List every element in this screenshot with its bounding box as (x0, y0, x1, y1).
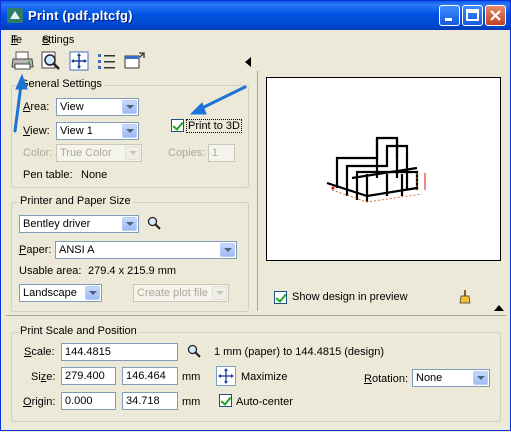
general-settings-title: General Settings (18, 78, 104, 90)
orientation-value: Landscape (23, 287, 77, 299)
menu-file-rest: ile (11, 34, 23, 46)
chevron-down-icon[interactable] (212, 286, 227, 300)
size-height-field[interactable]: 146.464 (122, 367, 178, 385)
printer-driver-value: Bentley driver (23, 218, 91, 230)
printer-icon (11, 51, 34, 70)
origin-y-value: 34.718 (126, 395, 160, 407)
auto-center-checkbox[interactable] (219, 394, 232, 407)
paper-label: Paper: (19, 244, 52, 256)
window-title: Print (pdf.pltcfg) (28, 8, 133, 23)
copies-field[interactable]: 1 (208, 144, 235, 162)
origin-label: Origin: (23, 396, 56, 408)
pen-table-value: None (81, 169, 108, 181)
print-3d-checkbox[interactable] (171, 119, 184, 132)
view-label: View: (23, 125, 50, 137)
title-bar[interactable]: Print (pdf.pltcfg) (1, 1, 510, 30)
show-design-label[interactable]: Show design in preview (292, 291, 408, 303)
maximize-icon (466, 9, 479, 21)
minimize-icon (445, 18, 452, 21)
size-height-value: 146.464 (126, 370, 166, 382)
magnifier-icon[interactable] (147, 216, 161, 230)
chevron-down-icon[interactable] (125, 146, 140, 160)
chevron-down-icon[interactable] (122, 217, 137, 231)
scale-description: 1 mm (paper) to 144.4815 (design) (214, 346, 384, 358)
rotation-value: None (416, 372, 443, 384)
preview-pane (266, 77, 501, 261)
toolbar (1, 47, 510, 75)
chevron-down-icon[interactable] (122, 124, 137, 138)
window-button[interactable] (123, 50, 147, 72)
minimize-button[interactable] (439, 5, 460, 26)
print-dialog: Print (pdf.pltcfg) File Settings General… (0, 0, 511, 431)
area-select[interactable]: View (56, 98, 139, 116)
color-value: True Color (60, 147, 112, 159)
print-button[interactable] (11, 50, 35, 72)
pen-table-label: Pen table: (23, 169, 73, 181)
usable-area-label: Usable area: (19, 265, 82, 277)
color-label: Color: (23, 147, 53, 159)
panel-separator (257, 71, 258, 311)
chevron-down-icon[interactable] (220, 243, 235, 257)
maximize-label[interactable]: Maximize (241, 371, 287, 383)
close-icon (490, 10, 501, 21)
usable-area-value: 279.4 x 215.9 mm (88, 265, 177, 277)
paper-value: ANSI A (59, 244, 95, 256)
view-value: View 1 (60, 125, 93, 137)
menu-bar: File Settings (1, 30, 510, 47)
origin-x-field[interactable]: 0.000 (61, 392, 116, 410)
window-icon (124, 52, 145, 69)
auto-center-label[interactable]: Auto-center (236, 396, 293, 408)
magnifier-icon[interactable] (187, 344, 201, 358)
area-value: View (60, 101, 84, 113)
list-button[interactable] (95, 50, 119, 72)
print-preview-icon (41, 51, 60, 70)
origin-x-value: 0.000 (65, 395, 93, 407)
preview-button[interactable] (39, 50, 63, 72)
create-plot-file-button[interactable]: Create plot file (133, 284, 229, 302)
fit-button[interactable] (67, 50, 91, 72)
rotation-select[interactable]: None (412, 369, 490, 387)
paper-select[interactable]: ANSI A (55, 241, 237, 259)
orientation-select[interactable]: Landscape (19, 284, 102, 302)
printer-paper-title: Printer and Paper Size (18, 195, 133, 207)
collapse-up-icon[interactable] (494, 304, 504, 312)
size-width-value: 279.400 (65, 370, 105, 382)
scale-value: 144.4815 (65, 346, 111, 358)
area-label: Area: (23, 101, 50, 113)
show-design-checkbox[interactable] (274, 291, 287, 304)
origin-y-field[interactable]: 34.718 (122, 392, 178, 410)
fit-to-paper-icon (69, 51, 89, 71)
copies-label: Copies: (168, 147, 206, 159)
chevron-down-icon[interactable] (122, 100, 137, 114)
size-unit: mm (182, 371, 201, 383)
close-button[interactable] (485, 5, 506, 26)
section-separator (6, 315, 506, 316)
printer-driver-select[interactable]: Bentley driver (19, 215, 139, 233)
chevron-down-icon[interactable] (473, 371, 488, 385)
preview-design-image (326, 136, 426, 203)
maximize-arrows-icon (218, 368, 234, 384)
print-3d-label[interactable]: Print to 3D (186, 119, 242, 133)
list-icon (98, 54, 115, 69)
rotation-label: Rotation: (364, 373, 409, 385)
brush-icon[interactable] (458, 289, 472, 304)
scale-field[interactable]: 144.4815 (61, 343, 178, 361)
color-select[interactable]: True Color (56, 144, 142, 162)
app-icon (7, 8, 23, 23)
scale-label: Scale: (24, 346, 55, 358)
origin-unit: mm (182, 396, 201, 408)
scale-position-title: Print Scale and Position (18, 325, 139, 337)
chevron-down-icon[interactable] (85, 286, 100, 300)
create-plot-file-label: Create plot file (137, 287, 208, 299)
menu-settings-rest: ettings (42, 34, 75, 46)
size-width-field[interactable]: 279.400 (61, 367, 116, 385)
maximize-size-button[interactable] (216, 366, 236, 386)
size-label: Size: (31, 371, 56, 383)
collapse-left-icon[interactable] (244, 57, 252, 67)
copies-value: 1 (212, 147, 219, 159)
view-select[interactable]: View 1 (56, 122, 139, 140)
maximize-button[interactable] (462, 5, 483, 26)
